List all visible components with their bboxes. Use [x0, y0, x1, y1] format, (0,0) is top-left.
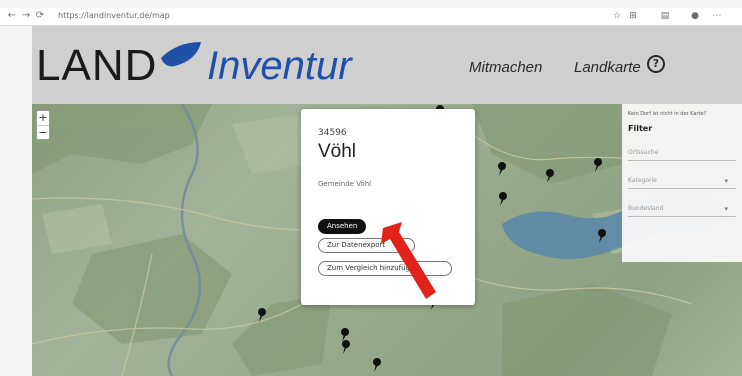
collections-icon[interactable]: ▤ [660, 11, 670, 21]
zoom-out-button[interactable]: − [37, 125, 49, 139]
nav-mitmachen[interactable]: Mitmachen [469, 59, 542, 76]
chevron-down-icon: ▾ [724, 177, 728, 185]
map-pin [341, 328, 349, 342]
address-bar[interactable]: https://landinventur.de/map [58, 11, 170, 20]
ortssuche-placeholder: Ortssuche [628, 149, 659, 156]
browser-toolbar: ← → ⟳ https://landinventur.de/map ☆ ⊞ ▤ … [0, 8, 742, 26]
bundesland-select[interactable]: Bundesland ▾ [628, 201, 736, 217]
filter-hint[interactable]: Kein Dorf ist nicht in der Karte? [628, 111, 736, 118]
nav-landkarte[interactable]: Landkarte [574, 59, 641, 76]
ansehen-button[interactable]: Ansehen [318, 219, 367, 234]
zoom-control: + − [36, 110, 50, 140]
filter-panel: Kein Dorf ist nicht in der Karte? Filter… [622, 104, 742, 262]
postal-code: 34596 [318, 128, 347, 138]
popup-subtitle: Gemeinde Vöhl [318, 180, 372, 188]
vergleich-button[interactable]: Zum Vergleich hinzufügen [318, 261, 452, 276]
arrow-left-icon[interactable]: ← [6, 10, 18, 22]
logo-text-inventur[interactable]: Inventur [207, 46, 352, 86]
kategorie-select[interactable]: Kategorie ▾ [628, 173, 736, 189]
filter-title: Filter [628, 124, 653, 133]
map-pin [342, 340, 350, 354]
kategorie-label: Kategorie [628, 177, 657, 184]
map-pin [498, 162, 506, 176]
menu-icon[interactable]: ⋯ [712, 11, 722, 21]
site-header: LAND Inventur Mitmachen Landkarte ? [32, 26, 742, 104]
help-icon[interactable]: ? [647, 55, 665, 73]
screenshot-frame: ← → ⟳ https://landinventur.de/map ☆ ⊞ ▤ … [0, 0, 742, 376]
map-pin [499, 192, 507, 206]
logo-text-land[interactable]: LAND [36, 44, 157, 88]
extension-icon[interactable]: ⊞ [628, 11, 638, 21]
reload-icon[interactable]: ⟳ [34, 10, 46, 22]
map-pin [373, 358, 381, 372]
profile-icon[interactable]: ● [690, 11, 700, 21]
arrow-right-icon[interactable]: → [20, 10, 32, 22]
zoom-in-button[interactable]: + [37, 111, 49, 125]
logo-mark-icon [161, 42, 201, 67]
location-popup: 34596 Vöhl Gemeinde Vöhl Ansehen Zur Dat… [301, 109, 475, 305]
bundesland-label: Bundesland [628, 205, 664, 212]
datenexport-button[interactable]: Zur Datenexport [318, 238, 415, 253]
popup-title: Vöhl [318, 141, 357, 162]
chevron-down-icon: ▾ [724, 205, 728, 213]
star-icon[interactable]: ☆ [612, 11, 622, 21]
ortssuche-input[interactable]: Ortssuche [628, 145, 736, 161]
